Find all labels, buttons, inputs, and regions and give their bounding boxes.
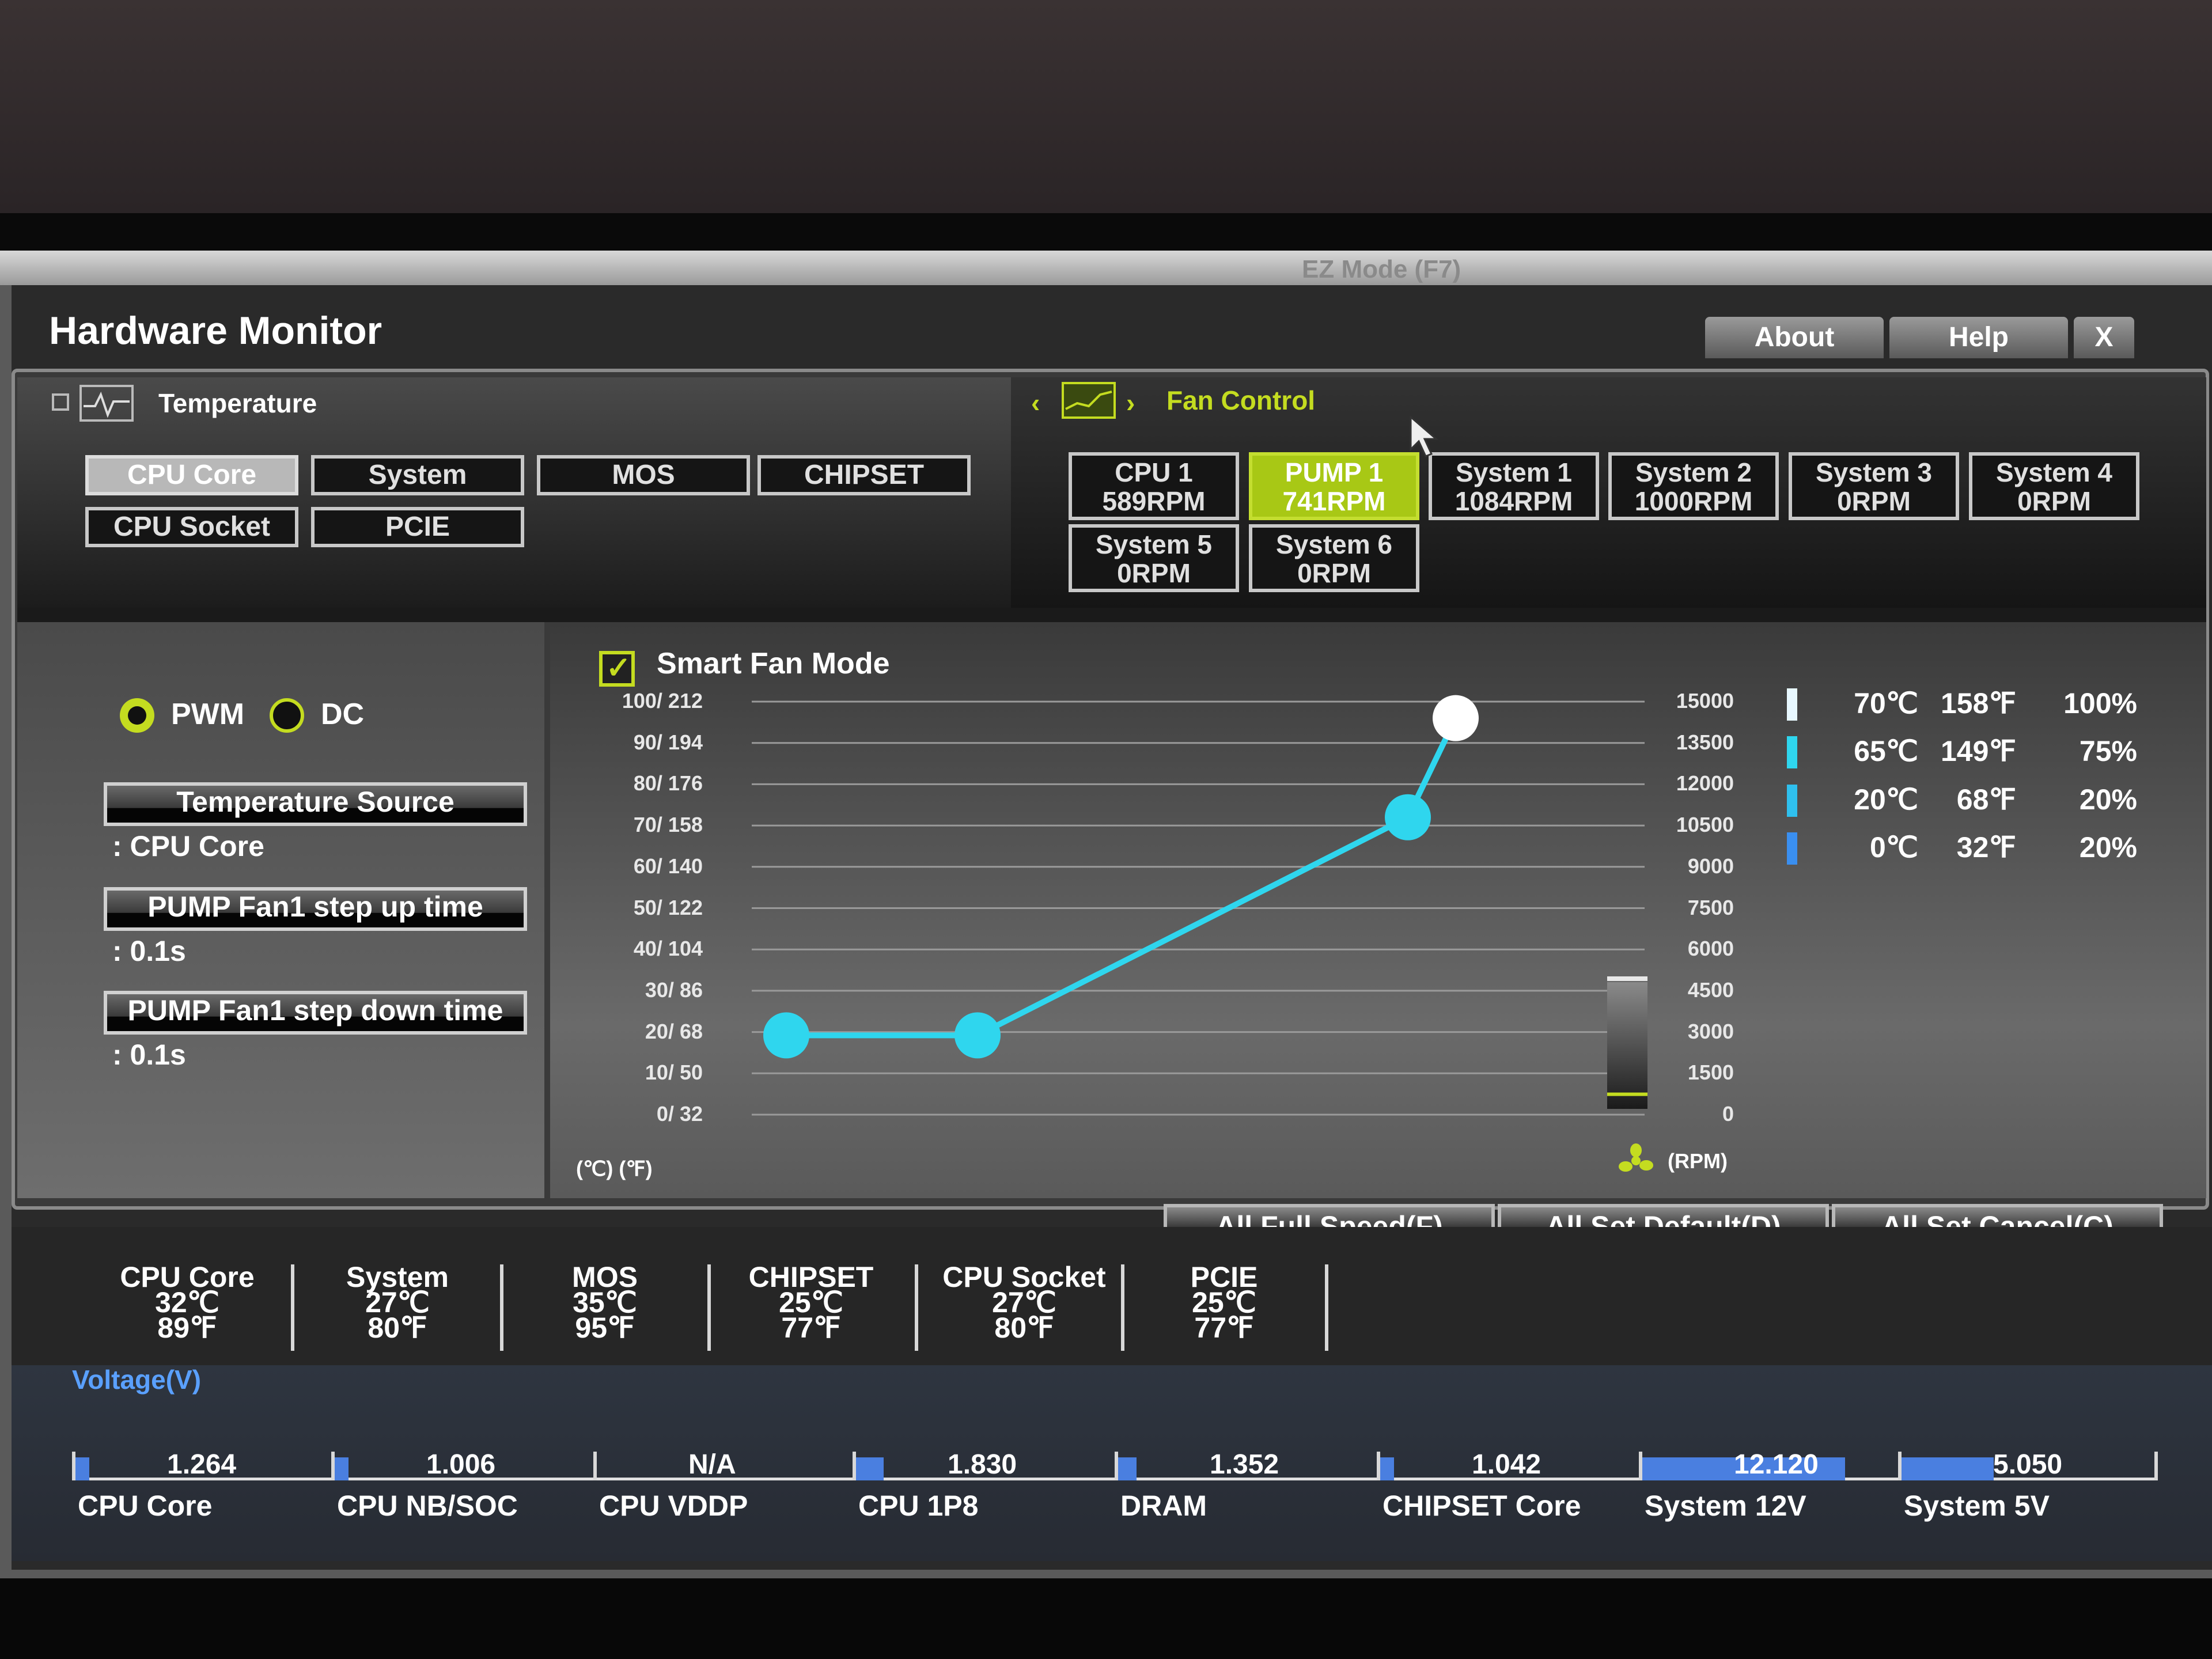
legend-swatch xyxy=(1787,736,1797,768)
voltage-level-bar xyxy=(331,1457,349,1480)
rpm-meter-cap xyxy=(1607,976,1647,981)
voltage-label: CPU Core xyxy=(78,1490,213,1522)
voltage-value: 1.830 xyxy=(948,1449,1017,1480)
temp-fahrenheit: 77℉ xyxy=(1194,1312,1254,1344)
legend-fahrenheit: 32℉ xyxy=(1956,831,2016,863)
legend-fahrenheit: 158℉ xyxy=(1940,687,2016,719)
temp-readout-system: System 27℃ 80℉ xyxy=(311,1263,484,1344)
temperature-unit-label: (℃) (℉) xyxy=(576,1157,653,1180)
voltage-label: System 12V xyxy=(1645,1490,1806,1522)
divider xyxy=(707,1264,711,1351)
voltage-level-bar xyxy=(1377,1457,1394,1480)
voltage-label: System 5V xyxy=(1904,1490,2050,1522)
voltage-value: N/A xyxy=(688,1449,736,1480)
divider xyxy=(1121,1264,1124,1351)
voltage-level-bar xyxy=(853,1457,884,1480)
curve-point-3 xyxy=(1385,794,1431,840)
voltage-label: CPU NB/SOC xyxy=(337,1490,518,1522)
legend-celsius: 0℃ xyxy=(1870,831,1918,863)
voltage-title: Voltage(V) xyxy=(72,1365,202,1395)
divider xyxy=(915,1264,918,1351)
voltage-level-bar xyxy=(1898,1457,1994,1480)
legend-percent: 100% xyxy=(2063,687,2137,719)
legend-fahrenheit: 68℉ xyxy=(1956,783,2016,816)
voltage-label: DRAM xyxy=(1120,1490,1207,1522)
divider xyxy=(1325,1264,1328,1351)
temp-readout-cpu-core: CPU Core 32℃ 89℉ xyxy=(101,1263,274,1344)
rpm-unit-label: (RPM) xyxy=(1668,1149,1728,1173)
legend-percent: 75% xyxy=(2079,735,2137,767)
legend-percent: 20% xyxy=(2079,783,2137,816)
temp-fahrenheit: 80℉ xyxy=(368,1312,427,1344)
legend-percent: 20% xyxy=(2079,831,2137,863)
voltage-level-bar xyxy=(1115,1457,1137,1480)
divider xyxy=(500,1264,503,1351)
voltage-tick xyxy=(593,1452,597,1480)
curve-segment xyxy=(976,815,1410,1038)
voltage-label: CHIPSET Core xyxy=(1382,1490,1581,1522)
temp-fahrenheit: 77℉ xyxy=(781,1312,841,1344)
temp-readout-chipset: CHIPSET 25℃ 77℉ xyxy=(725,1263,897,1344)
legend-celsius: 20℃ xyxy=(1854,783,1918,816)
temp-readout-pcie: PCIE 25℃ 77℉ xyxy=(1138,1263,1310,1344)
curve-point-1 xyxy=(763,1012,809,1059)
divider xyxy=(291,1264,294,1351)
voltage-value: 1.042 xyxy=(1472,1449,1541,1480)
voltage-label: CPU 1P8 xyxy=(858,1490,979,1522)
voltage-label: CPU VDDP xyxy=(599,1490,748,1522)
curve-point-2 xyxy=(955,1012,1001,1059)
voltage-value: 12.120 xyxy=(1734,1449,1819,1480)
temp-fahrenheit: 89℉ xyxy=(157,1312,217,1344)
fan-curve xyxy=(763,695,1479,1059)
voltage-end-mark xyxy=(2154,1452,2158,1480)
legend-celsius: 70℃ xyxy=(1854,687,1918,719)
voltage-level-bar xyxy=(72,1457,89,1480)
voltage-value: 1.352 xyxy=(1210,1449,1279,1480)
legend-fahrenheit: 149℉ xyxy=(1940,735,2016,767)
rpm-meter-bar xyxy=(1607,982,1647,1109)
voltage-value: 1.006 xyxy=(426,1449,496,1480)
voltage-value: 1.264 xyxy=(167,1449,237,1480)
voltage-value: 5.050 xyxy=(1993,1449,2063,1480)
rpm-meter xyxy=(1607,976,1647,1109)
curve-point-4 xyxy=(1433,695,1479,741)
fan-icon xyxy=(1619,1143,1653,1172)
legend-swatch xyxy=(1787,688,1797,721)
temp-readout-cpu-socket: CPU Socket 27℃ 80℉ xyxy=(932,1263,1116,1344)
legend-swatch xyxy=(1787,832,1797,865)
temp-fahrenheit: 80℉ xyxy=(994,1312,1054,1344)
temp-readout-mos: MOS 35℃ 95℉ xyxy=(518,1263,691,1344)
legend-swatch xyxy=(1787,785,1797,817)
grid-lines xyxy=(752,700,1645,1116)
legend-celsius: 65℃ xyxy=(1854,735,1918,767)
temp-fahrenheit: 95℉ xyxy=(575,1312,635,1344)
